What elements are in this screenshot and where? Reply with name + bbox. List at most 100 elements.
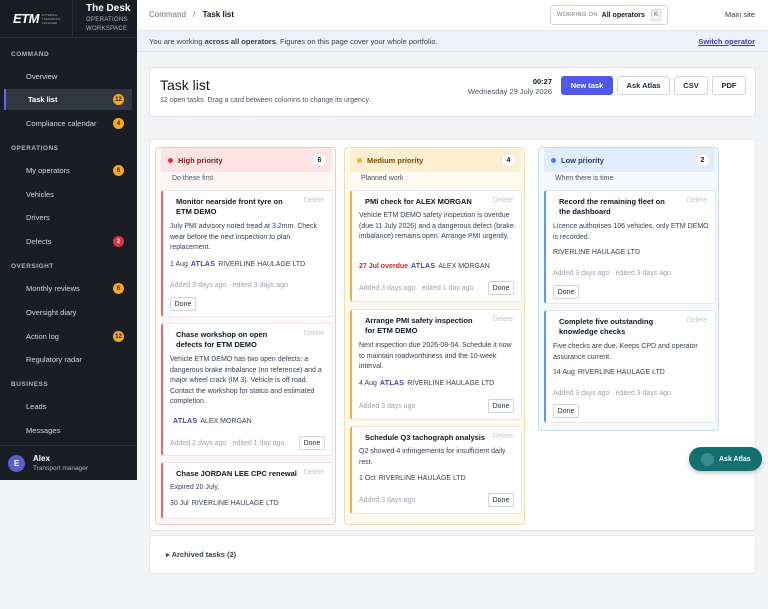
atlas-icon (701, 452, 714, 466)
archived-tasks-toggle[interactable]: ▸ Archived tasks (2) (166, 550, 236, 559)
delete-button[interactable]: Delete (687, 317, 707, 324)
done-button[interactable]: Done (299, 436, 325, 450)
avatar: E (8, 454, 25, 472)
sidebar-item-compliance-calendar[interactable]: Compliance calendar 4 (4, 113, 132, 134)
main-site-link[interactable]: Main site (725, 10, 755, 19)
new-task-button[interactable]: New task (561, 76, 613, 95)
delete-button[interactable]: Delete (304, 197, 324, 204)
pdf-export-button[interactable]: PDF (712, 76, 746, 95)
etm-logo[interactable]: ETM EXTERNAL TRANSPORT MANAGER (0, 0, 73, 38)
sidebar-item-label: Overview (26, 72, 58, 81)
working-on-label: WORKING ON (557, 12, 598, 18)
task-meta: ATLAS ALEX MORGAN (170, 418, 252, 425)
task-meta: 1 Aug ATLAS RIVERLINE HAULAGE LTD (170, 261, 305, 268)
task-meta: 4 Aug ATLAS RIVERLINE HAULAGE LTD (359, 380, 494, 387)
sidebar-item-messages[interactable]: Messages (4, 420, 132, 441)
sidebar-item-label: Vehicles (26, 190, 54, 199)
task-card[interactable]: Arrange PMI safety inspection for ETM DE… (350, 309, 522, 420)
task-card[interactable]: Complete five outstanding knowledge chec… (544, 310, 716, 423)
column-count: 4 (501, 153, 516, 167)
task-card[interactable]: PMI check for ALEX MORGAN Delete Vehicle… (350, 190, 522, 302)
sidebar-item-leads[interactable]: Leads (4, 396, 132, 417)
task-description: July PMI advisory noted tread at 3.2mm. … (170, 223, 318, 251)
sidebar-item-vehicles[interactable]: Vehicles (4, 184, 132, 205)
sidebar-item-overview[interactable]: Overview (4, 66, 132, 87)
user-profile[interactable]: E Alex Transport manager (0, 445, 137, 480)
breadcrumb-separator: / (193, 10, 196, 19)
task-description: Q2 showed 4 infringements for insufficie… (359, 448, 506, 466)
done-button[interactable]: Done (553, 404, 579, 418)
task-card[interactable]: Chase JORDAN LEE CPC renewal Delete Expi… (161, 462, 333, 519)
delete-button[interactable]: Delete (687, 197, 707, 204)
task-timestamps: Added 3 days ago (359, 497, 416, 504)
task-title: Monitor nearside front tyre on ETM DEMO (176, 197, 283, 216)
task-assignee: RIVERLINE HAULAGE LTD (577, 369, 665, 376)
delete-button[interactable]: Delete (304, 330, 324, 337)
breadcrumb-command[interactable]: Command (149, 10, 186, 19)
sidebar-item-task-list[interactable]: Task list 12 (4, 89, 132, 110)
task-timestamps: Added 2 days ago · edited 1 day ago (170, 440, 285, 447)
task-card[interactable]: Monitor nearside front tyre on ETM DEMO … (161, 190, 333, 317)
atlas-tag: ATLAS (379, 380, 405, 387)
switch-operator-link[interactable]: Switch operator (698, 37, 755, 46)
logo-subtext: EXTERNAL TRANSPORT MANAGER (41, 12, 61, 25)
sidebar-item-label: Defects (26, 237, 52, 246)
column-hint: Do these first (172, 175, 214, 182)
done-button[interactable]: Done (488, 281, 514, 295)
task-timestamps: Added 3 days ago · edited 1 day ago (359, 285, 474, 292)
brand-title: The Desk (86, 3, 131, 14)
task-due-date: 1 Aug (170, 261, 188, 268)
working-on-value: All operators (601, 11, 645, 19)
ask-atlas-button[interactable]: Ask Atlas (617, 76, 670, 95)
page-title: Task list (160, 77, 210, 93)
sidebar-item-defects[interactable]: Defects 2 (4, 231, 132, 252)
column-high-priority[interactable]: High priority 6 Do these first Monitor n… (155, 147, 336, 525)
done-button[interactable]: Done (170, 297, 196, 311)
task-meta: 27 Jul overdue ATLAS ALEX MORGAN (359, 263, 490, 270)
operator-switcher[interactable]: WORKING ON All operators K (550, 5, 668, 25)
csv-export-button[interactable]: CSV (674, 76, 708, 95)
task-description: Licence authorises 106 vehicles, only ET… (553, 223, 709, 241)
column-count: 6 (312, 153, 327, 167)
sidebar-item-label: Leads (26, 402, 47, 411)
column-hint: Planned work (361, 175, 404, 182)
sidebar-item-monthly-reviews[interactable]: Monthly reviews 6 (4, 278, 132, 299)
column-low-priority[interactable]: Low priority 2 When there is time Record… (538, 147, 719, 431)
done-button[interactable]: Done (553, 285, 579, 299)
sidebar-item-label: Drivers (26, 213, 50, 222)
sidebar-item-my-operators[interactable]: My operators 6 (4, 160, 132, 181)
task-assignee: RIVERLINE HAULAGE LTD (407, 380, 495, 387)
task-meta: 1 Oct RIVERLINE HAULAGE LTD (359, 475, 466, 482)
task-assignee: ALEX MORGAN (200, 418, 252, 425)
column-medium-priority[interactable]: Medium priority 4 Planned work PMI check… (344, 147, 525, 525)
done-button[interactable]: Done (488, 493, 514, 507)
task-card[interactable]: Record the remaining fleet on the dashbo… (544, 190, 716, 304)
sidebar-item-label: Action log (26, 332, 59, 341)
task-assignee: ALEX MORGAN (438, 263, 490, 270)
task-count-badge: 12 (113, 94, 124, 105)
sidebar-item-action-log[interactable]: Action log 12 (4, 326, 132, 347)
priority-dot-icon (168, 157, 173, 163)
sidebar-item-regulatory-radar[interactable]: Regulatory radar (4, 349, 132, 370)
done-button[interactable]: Done (488, 399, 514, 413)
ask-atlas-fab[interactable]: Ask Atlas (689, 447, 762, 471)
task-timestamps: Added 3 days ago · edited 3 days ago (553, 390, 671, 397)
breadcrumb: Command / Task list (149, 10, 234, 19)
task-assignee: RIVERLINE HAULAGE LTD (553, 249, 641, 256)
defects-count-badge: 2 (113, 236, 124, 247)
task-card[interactable]: Chase workshop on open defects for ETM D… (161, 323, 333, 456)
delete-button[interactable]: Delete (493, 316, 513, 323)
user-role: Transport manager (33, 465, 89, 472)
sidebar-item-label: Oversight diary (26, 308, 77, 317)
sidebar-item-oversight-diary[interactable]: Oversight diary (4, 302, 132, 323)
delete-button[interactable]: Delete (493, 433, 513, 440)
delete-button[interactable]: Delete (493, 197, 513, 204)
task-card[interactable]: Schedule Q3 tachograph analysis Delete Q… (350, 426, 522, 514)
archived-tasks-panel[interactable]: ▸ Archived tasks (2) (149, 535, 756, 574)
delete-button[interactable]: Delete (304, 469, 324, 476)
sidebar-item-drivers[interactable]: Drivers (4, 207, 132, 228)
task-title: Arrange PMI safety inspection for ETM DE… (365, 316, 473, 335)
operators-count-badge: 6 (113, 165, 124, 176)
task-due-date: 4 Aug (359, 380, 377, 387)
task-title: Chase workshop on open defects for ETM D… (176, 330, 268, 349)
